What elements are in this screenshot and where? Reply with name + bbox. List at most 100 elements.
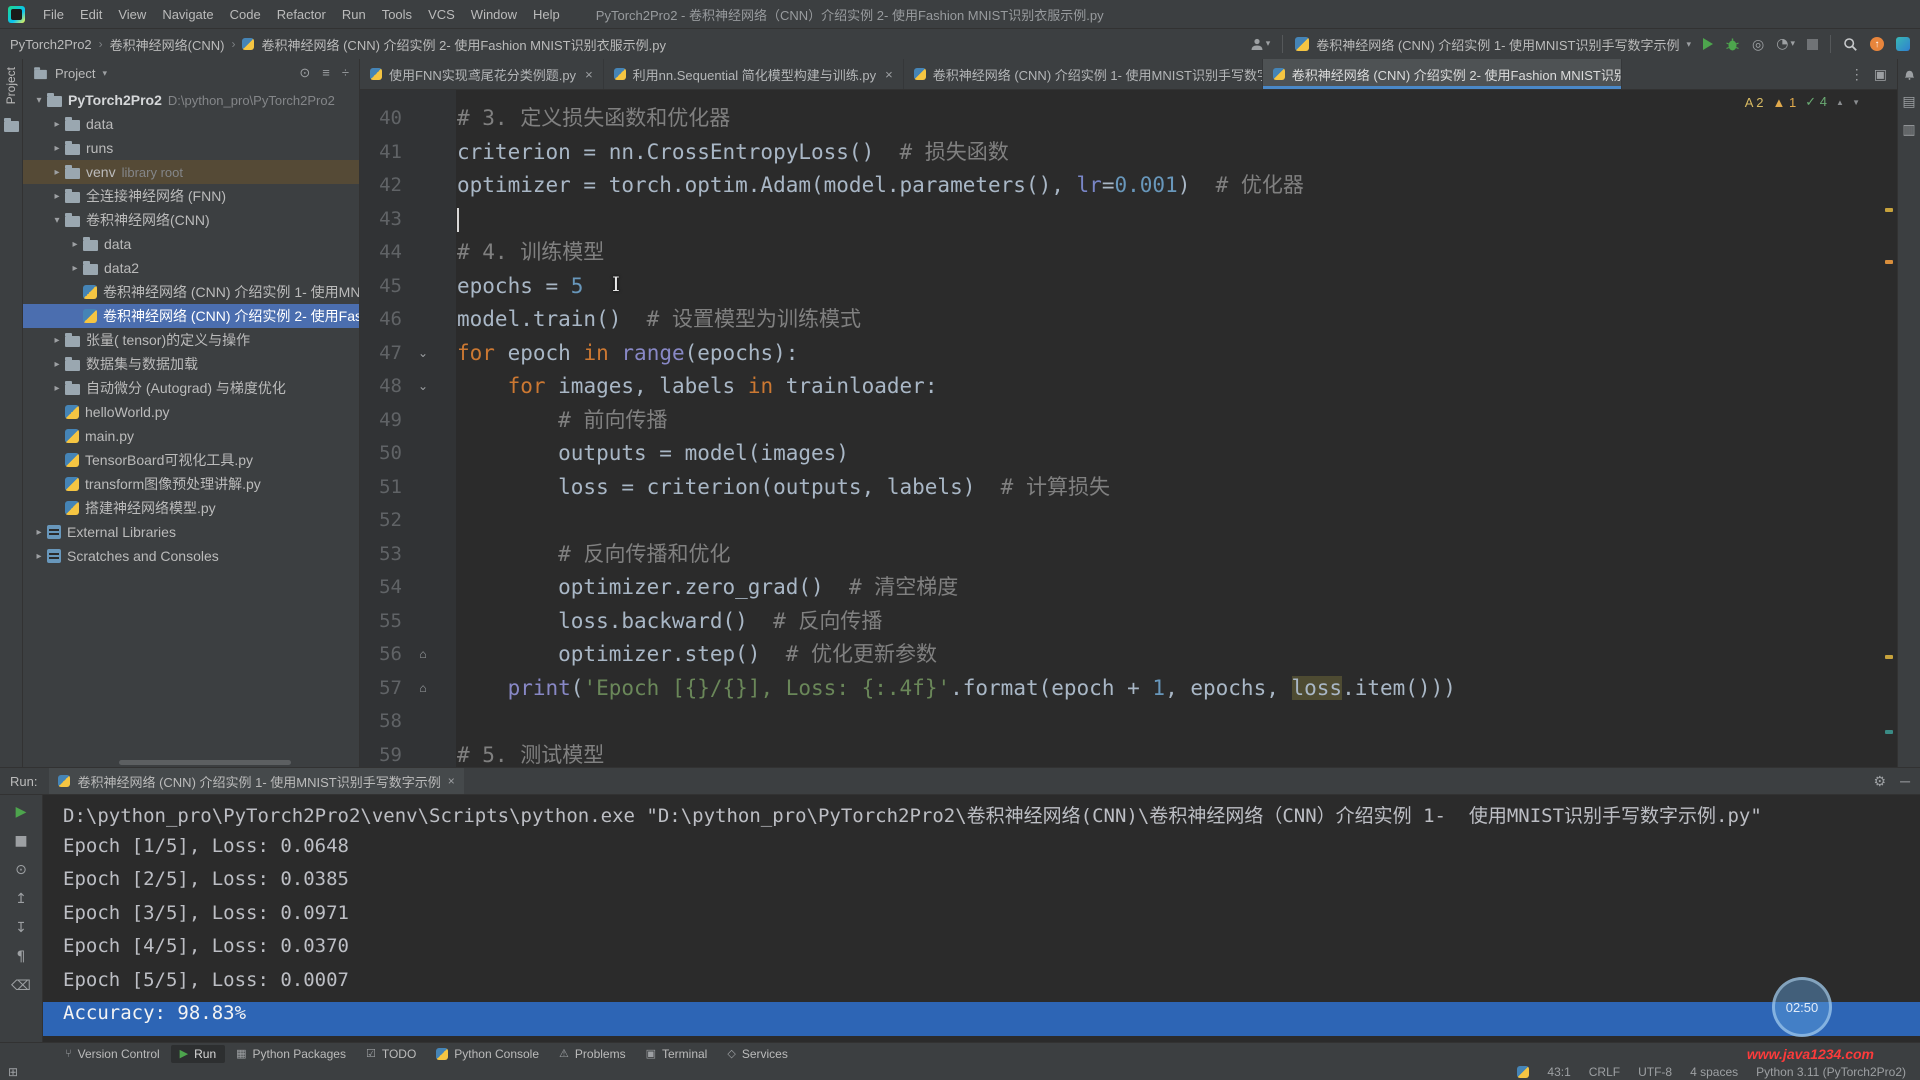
- project-stripe-tab[interactable]: Project: [4, 67, 18, 104]
- tool-window-button-run[interactable]: ▶Run: [171, 1045, 225, 1063]
- status-line-endings[interactable]: CRLF: [1589, 1065, 1620, 1079]
- tree-item[interactable]: 卷积神经网络 (CNN) 介绍实例 2- 使用Fashion: [23, 304, 359, 328]
- chevron-collapsed-icon[interactable]: ▸: [49, 167, 65, 178]
- tree-item[interactable]: ▸张量( tensor)的定义与操作: [23, 328, 359, 352]
- tool-window-button-terminal[interactable]: ▣Terminal: [637, 1045, 717, 1063]
- editor-tab[interactable]: 卷积神经网络 (CNN) 介绍实例 2- 使用Fashion MNIST识别衣服…: [1263, 59, 1622, 89]
- editor-tab[interactable]: 卷积神经网络 (CNN) 介绍实例 1- 使用MNIST识别手写数字示例.py×: [904, 59, 1263, 89]
- hide-panel-icon[interactable]: ─: [1900, 774, 1910, 788]
- editor-tab[interactable]: 使用FNN实现鸢尾花分类例题.py×: [360, 59, 604, 89]
- chevron-collapsed-icon[interactable]: ▸: [31, 527, 47, 538]
- up-icon[interactable]: ↥: [15, 892, 27, 906]
- chevron-expanded-icon[interactable]: ▾: [31, 95, 47, 106]
- chevron-down-icon[interactable]: ▾: [102, 69, 107, 78]
- menu-window[interactable]: Window: [463, 4, 525, 25]
- tree-item[interactable]: ▸数据集与数据加载: [23, 352, 359, 376]
- tree-item[interactable]: ▸data: [23, 112, 359, 136]
- tree-item[interactable]: 搭建神经网络模型.py: [23, 496, 359, 520]
- profiler-button[interactable]: ◔▾: [1776, 37, 1795, 51]
- search-everywhere-icon[interactable]: [1843, 37, 1858, 52]
- tree-item[interactable]: ▾PyTorch2Pro2D:\python_pro\PyTorch2Pro2: [23, 88, 359, 112]
- right-stripe-icon[interactable]: ▤: [1902, 94, 1915, 108]
- editor-tab[interactable]: 利用nn.Sequential 简化模型构建与训练.py×: [604, 59, 904, 89]
- tool-window-button-todo[interactable]: ☑TODO: [357, 1045, 425, 1063]
- status-python-interpreter[interactable]: Python 3.11 (PyTorch2Pro2): [1756, 1065, 1906, 1079]
- chevron-expanded-icon[interactable]: ▾: [49, 215, 65, 226]
- run-configuration-select[interactable]: 卷积神经网络 (CNN) 介绍实例 1- 使用MNIST识别手写数字示例 ▾: [1295, 35, 1691, 54]
- chevron-collapsed-icon[interactable]: ▸: [49, 335, 65, 346]
- inspection-count[interactable]: ▲ 1: [1772, 95, 1796, 110]
- tree-item[interactable]: ▸runs: [23, 136, 359, 160]
- tree-item[interactable]: ▸venvlibrary root: [23, 160, 359, 184]
- down-icon[interactable]: ↧: [15, 921, 27, 935]
- chevron-collapsed-icon[interactable]: ▸: [49, 119, 65, 130]
- gutter-mark-icon[interactable]: ⌂: [412, 638, 434, 672]
- close-icon[interactable]: ×: [885, 67, 893, 82]
- folder-stripe-icon[interactable]: [4, 121, 19, 132]
- chevron-collapsed-icon[interactable]: ▸: [49, 359, 65, 370]
- rerun-icon[interactable]: ▶: [16, 805, 27, 819]
- project-panel-title[interactable]: Project: [55, 66, 95, 81]
- tree-item[interactable]: transform图像预处理讲解.py: [23, 472, 359, 496]
- wrap-icon[interactable]: ¶: [17, 950, 26, 964]
- chevron-collapsed-icon[interactable]: ▸: [67, 239, 83, 250]
- menu-tools[interactable]: Tools: [374, 4, 420, 25]
- debug-button[interactable]: [1725, 37, 1740, 52]
- tree-item[interactable]: ▸External Libraries: [23, 520, 359, 544]
- run-panel-tab[interactable]: 卷积神经网络 (CNN) 介绍实例 1- 使用MNIST识别手写数字示例 ×: [49, 768, 463, 794]
- status-file-encoding[interactable]: UTF-8: [1638, 1065, 1672, 1079]
- tree-item[interactable]: main.py: [23, 424, 359, 448]
- close-icon[interactable]: ×: [585, 67, 593, 82]
- trash-icon[interactable]: ⌫: [11, 979, 31, 993]
- menu-refactor[interactable]: Refactor: [269, 4, 334, 25]
- menu-view[interactable]: View: [110, 4, 154, 25]
- chevron-collapsed-icon[interactable]: ▸: [67, 263, 83, 274]
- code-editor[interactable]: 40# 3. 定义损失函数和优化器41criterion = nn.CrossE…: [360, 90, 1897, 767]
- tool-window-button-version-control[interactable]: ⑂Version Control: [56, 1045, 169, 1063]
- ide-plugin-icon[interactable]: [1896, 37, 1910, 51]
- chevron-collapsed-icon[interactable]: ▸: [49, 191, 65, 202]
- tree-item[interactable]: ▸自动微分 (Autograd) 与梯度优化: [23, 376, 359, 400]
- inspections-widget[interactable]: A 2▲ 1✓ 4▲ ▼: [1745, 94, 1863, 110]
- chevron-collapsed-icon[interactable]: ▸: [49, 143, 65, 154]
- tree-item[interactable]: helloWorld.py: [23, 400, 359, 424]
- close-icon[interactable]: ×: [448, 775, 455, 787]
- run-console[interactable]: D:\python_pro\PyTorch2Pro2\venv\Scripts\…: [43, 795, 1920, 1043]
- chevron-collapsed-icon[interactable]: ▸: [31, 551, 47, 562]
- project-horizontal-scrollbar[interactable]: [119, 760, 291, 765]
- collapse-all-icon[interactable]: ≡: [322, 65, 330, 81]
- split-editor-icon[interactable]: ▣: [1874, 67, 1887, 81]
- menu-edit[interactable]: Edit: [72, 4, 110, 25]
- tree-item[interactable]: 卷积神经网络 (CNN) 介绍实例 1- 使用MNIST: [23, 280, 359, 304]
- chevron-collapsed-icon[interactable]: ▸: [49, 383, 65, 394]
- updates-notification-icon[interactable]: ↑: [1870, 37, 1884, 51]
- tree-item[interactable]: ▸Scratches and Consoles: [23, 544, 359, 568]
- menu-run[interactable]: Run: [334, 4, 374, 25]
- inspection-count[interactable]: A 2: [1745, 95, 1764, 110]
- inspection-navigate-icons[interactable]: ▲ ▼: [1836, 98, 1863, 107]
- stop-button[interactable]: [1807, 39, 1818, 50]
- expand-options-icon[interactable]: ÷: [342, 65, 349, 81]
- menu-code[interactable]: Code: [222, 4, 269, 25]
- tree-item[interactable]: ▸data2: [23, 256, 359, 280]
- tool-window-button-problems[interactable]: ⚠Problems: [550, 1045, 635, 1063]
- breadcrumb-item[interactable]: 卷积神经网络(CNN): [110, 35, 225, 54]
- tool-window-button-services[interactable]: ◇Services: [718, 1045, 796, 1063]
- breadcrumb-item[interactable]: PyTorch2Pro2: [10, 37, 92, 52]
- status-indent-style[interactable]: 4 spaces: [1690, 1065, 1738, 1079]
- tool-window-button-python-packages[interactable]: ▦Python Packages: [227, 1045, 355, 1063]
- gutter-mark-icon[interactable]: ⌂: [412, 672, 434, 706]
- tree-item[interactable]: ▾卷积神经网络(CNN): [23, 208, 359, 232]
- fold-arrow-icon[interactable]: ⌄: [412, 370, 434, 404]
- tool-windows-toggle-icon[interactable]: ⊞: [8, 1066, 18, 1078]
- menu-vcs[interactable]: VCS: [420, 4, 463, 25]
- menu-navigate[interactable]: Navigate: [154, 4, 221, 25]
- more-tabs-icon[interactable]: ⋮: [1850, 67, 1864, 81]
- coverage-button[interactable]: ◎: [1752, 37, 1764, 51]
- fold-arrow-icon[interactable]: ⌄: [412, 337, 434, 371]
- gear-icon[interactable]: ⚙: [1874, 774, 1887, 788]
- tree-item[interactable]: ▸全连接神经网络 (FNN): [23, 184, 359, 208]
- run-button[interactable]: [1703, 38, 1713, 50]
- user-icon[interactable]: ▾: [1250, 37, 1271, 51]
- breadcrumb-item[interactable]: 卷积神经网络 (CNN) 介绍实例 2- 使用Fashion MNIST识别衣服…: [261, 35, 665, 54]
